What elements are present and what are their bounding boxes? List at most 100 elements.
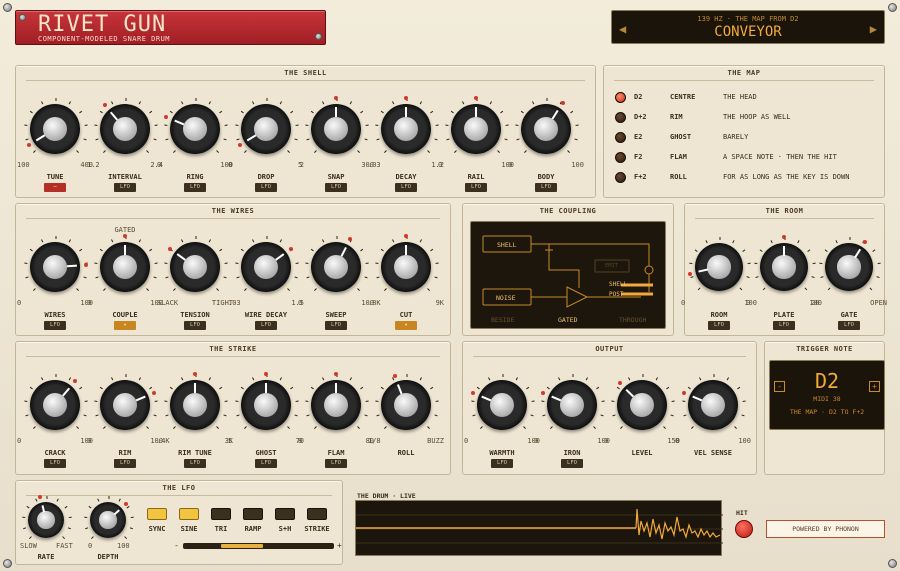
wires-knob[interactable] [30,242,80,292]
body-knob[interactable] [521,104,571,154]
decay-knob[interactable] [381,104,431,154]
rim-knob[interactable] [100,380,150,430]
lfo-slider[interactable] [183,543,334,549]
lfo-toggle[interactable]: LFO [325,321,347,330]
lfo-toggle[interactable]: ✦ [395,321,417,330]
lfo-ramp-button[interactable] [243,508,263,520]
mode-gated[interactable]: GATED [558,316,578,324]
rate-knob[interactable] [28,502,64,538]
ghost-knob[interactable] [241,380,291,430]
lfo-toggle[interactable]: LFO [44,459,66,468]
depth-knob[interactable] [90,502,126,538]
rate-label: RATE [37,553,55,561]
lfo-toggle[interactable]: LFO [325,183,347,192]
knob-min-label: 0 [17,299,22,307]
lfo-toggle[interactable]: LFO [255,459,277,468]
lfo-toggle[interactable]: LFO [114,459,136,468]
lfo-toggle[interactable]: LFO [44,321,66,330]
map-led[interactable] [615,112,626,123]
lfo-tri-button[interactable] [211,508,231,520]
screw [315,33,322,40]
crack-knob[interactable] [30,380,80,430]
hit-button[interactable] [735,520,753,538]
value-indicator [863,239,868,244]
panel-title: OUTPUT [595,345,624,353]
lfo-button-label: STRIKE [304,525,330,533]
knob-min-label: 5 [298,161,303,169]
lfo-toggle[interactable]: LFO [255,321,277,330]
rail-knob[interactable] [451,104,501,154]
lfo-sync-button[interactable] [147,508,167,520]
map-description: A SPACE NOTE · THEN THE HIT [723,153,837,161]
flam-knob[interactable] [311,380,361,430]
lfo-toggle[interactable]: LFO [184,183,206,192]
lfo-s-h-button[interactable] [275,508,295,520]
knob-label: SNAP [327,173,345,181]
lfo-toggle[interactable]: LFO [184,459,206,468]
rim-tune-knob[interactable] [170,380,220,430]
live-scope [355,500,723,556]
powered-by-badge[interactable]: POWERED BY PHONON [766,520,885,538]
knob-label: FLAM [327,449,345,457]
drop-knob[interactable] [241,104,291,154]
knob-label: WIRES [44,311,66,319]
lfo-toggle[interactable]: LFO [395,183,417,192]
knob-label: CRACK [44,449,66,457]
preset-display[interactable]: ◀ 139 HZ · THE MAP FROM D2 CONVEYOR ▶ [611,10,885,44]
ring-knob[interactable] [170,104,220,154]
knob-min-label: 0 [298,299,303,307]
map-led[interactable] [615,132,626,143]
lfo-sine-button[interactable] [179,508,199,520]
lfo-toggle[interactable]: — [44,183,66,192]
lfo-strike-button[interactable] [307,508,327,520]
plugin-window: RIVET GUN COMPONENT-MODELED SNARE DRUM ◀… [0,0,900,571]
map-note: D+2 [634,113,647,121]
warmth-knob[interactable] [477,380,527,430]
tune-knob[interactable] [30,104,80,154]
map-led[interactable] [615,92,626,103]
lfo-toggle[interactable]: ✦ [114,321,136,330]
knob-min-label: 0 [746,299,751,307]
coupling-post-out: POST [609,291,624,298]
knob-label: SWEEP [325,311,347,319]
lfo-toggle[interactable]: LFO [465,183,487,192]
knob-min-label: 5 [228,437,233,445]
vel-sense-knob[interactable] [688,380,738,430]
wire-decay-knob[interactable] [241,242,291,292]
mode-through[interactable]: THROUGH [619,316,646,324]
cut-knob[interactable] [381,242,431,292]
knob-max-label: BUZZ [427,437,444,445]
room-knob[interactable] [695,243,743,291]
lfo-toggle[interactable]: LFO [325,459,347,468]
preset-info: 139 HZ · THE MAP FROM D2 [697,15,799,23]
couple-knob[interactable] [100,242,150,292]
interval-knob[interactable] [100,104,150,154]
knob-max-label: 100 [571,161,584,169]
map-led[interactable] [615,172,626,183]
knob-label: LEVEL [631,449,653,457]
snap-knob[interactable] [311,104,361,154]
trigger-range: THE MAP · D2 TO F+2 [789,408,865,416]
level-knob[interactable] [617,380,667,430]
sweep-knob[interactable] [311,242,361,292]
plate-knob[interactable] [760,243,808,291]
lfo-toggle[interactable]: LFO [561,459,583,468]
next-preset-icon[interactable]: ▶ [870,22,877,36]
iron-knob[interactable] [547,380,597,430]
gate-knob[interactable] [825,243,873,291]
map-led[interactable] [615,152,626,163]
lfo-toggle[interactable]: LFO [708,321,730,330]
lfo-button-label: RAMP [244,525,262,533]
lfo-toggle[interactable]: LFO [255,183,277,192]
lfo-toggle[interactable]: LFO [773,321,795,330]
lfo-toggle[interactable]: LFO [114,183,136,192]
knob-min-label: 1/8 [368,437,381,445]
lfo-toggle[interactable]: LFO [838,321,860,330]
tension-knob[interactable] [170,242,220,292]
lfo-toggle[interactable]: LFO [491,459,513,468]
roll-knob[interactable] [381,380,431,430]
lfo-toggle[interactable]: LFO [535,183,557,192]
mode-beside[interactable]: BESIDE [491,316,514,324]
depth-min-label: 0 [88,542,93,550]
lfo-toggle[interactable]: LFO [184,321,206,330]
